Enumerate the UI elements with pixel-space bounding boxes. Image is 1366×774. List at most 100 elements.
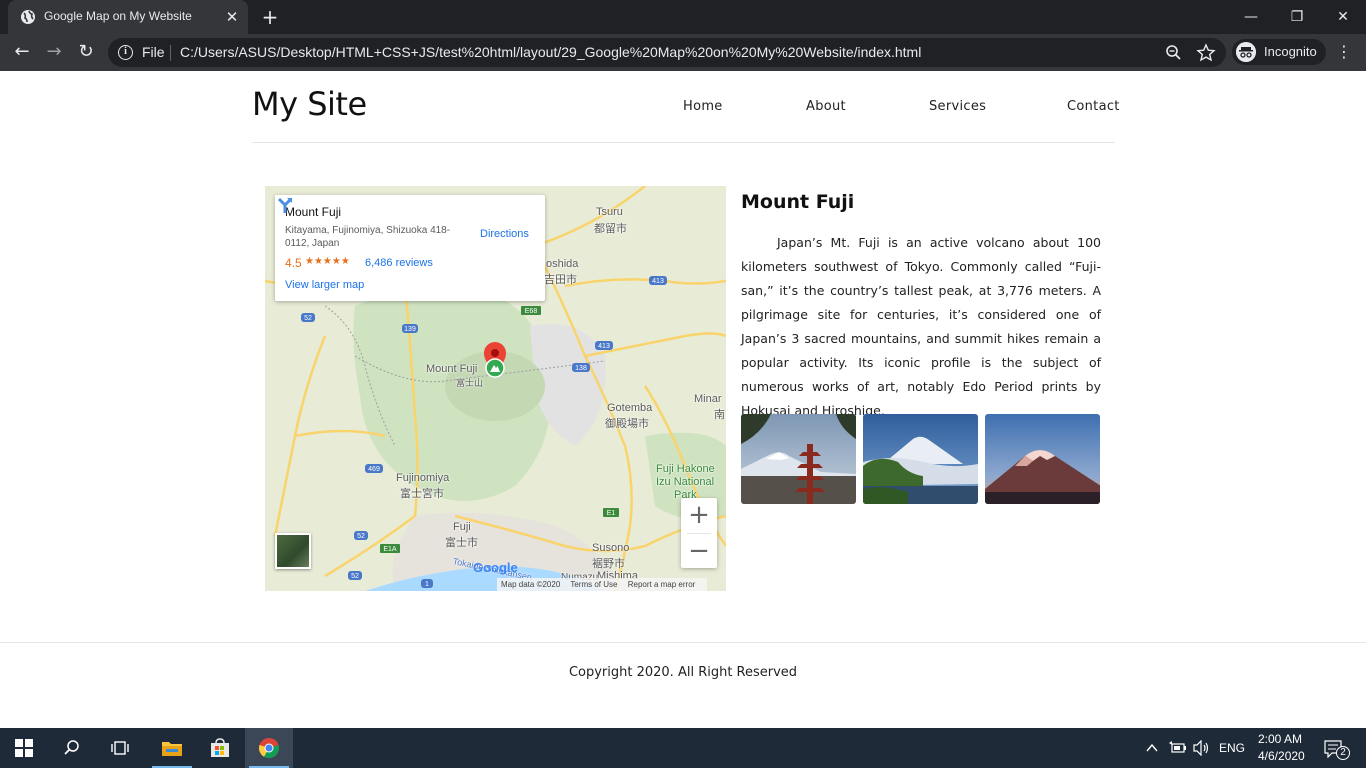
scheme-label: File: [142, 44, 165, 60]
embedded-map[interactable]: 52 139 E68 413 413 138 469 E1 E1A 52 52 …: [265, 186, 726, 591]
zoom-out-icon[interactable]: [1164, 43, 1184, 63]
tab-close-icon[interactable]: ✕: [224, 9, 240, 25]
battery-icon[interactable]: [1169, 741, 1187, 755]
photo-fuji-sunset[interactable]: [985, 414, 1100, 504]
star-icon[interactable]: [1196, 43, 1216, 63]
nav-about[interactable]: About: [806, 99, 846, 114]
back-button[interactable]: ←: [9, 39, 35, 65]
location-pin: [484, 342, 506, 378]
nav-home[interactable]: Home: [683, 99, 723, 114]
new-tab-button[interactable]: +: [260, 7, 280, 27]
directions-link[interactable]: Directions: [480, 228, 529, 240]
start-button[interactable]: [0, 728, 48, 768]
tab-title: Google Map on My Website: [44, 9, 192, 23]
terms-of-use-link[interactable]: Terms of Use: [570, 580, 617, 589]
google-logo-text: Google: [473, 560, 518, 575]
photo-pagoda[interactable]: [741, 414, 856, 504]
reviews-link[interactable]: 6,486 reviews: [365, 257, 433, 269]
map-label-fuji-jp: 富士市: [445, 537, 478, 549]
svg-text:52: 52: [351, 573, 359, 580]
photo-fuji-lake[interactable]: [863, 414, 978, 504]
google-logo: Google: [473, 560, 518, 575]
store-button[interactable]: [196, 728, 244, 768]
browser-toolbar: ← → ↻ i File C:/Users/ASUS/Desktop/HTML+…: [0, 34, 1366, 71]
clock-time[interactable]: 2:00 AM: [1258, 732, 1302, 746]
info-icon[interactable]: i: [118, 45, 133, 60]
article-title: Mount Fuji: [741, 191, 855, 213]
search-icon: [64, 740, 79, 755]
svg-text:E1A: E1A: [383, 546, 397, 553]
map-label-mount-fuji: Mount Fuji: [426, 363, 478, 375]
map-label-tsuru: Tsuru: [596, 206, 623, 218]
footer-copyright: Copyright 2020. All Right Reserved: [568, 665, 798, 680]
svg-text:52: 52: [304, 315, 312, 322]
task-view-button[interactable]: [96, 728, 144, 768]
map-label-tsuru-jp: 都留市: [594, 223, 627, 235]
incognito-badge[interactable]: Incognito: [1232, 39, 1326, 65]
svg-text:1: 1: [425, 581, 429, 588]
svg-text:139: 139: [404, 326, 416, 333]
volume-icon[interactable]: [1193, 740, 1211, 756]
map-label-gotemba-jp: 御殿場市: [605, 418, 649, 430]
reload-button[interactable]: ↻: [73, 39, 99, 65]
directions-icon[interactable]: [275, 195, 295, 215]
minimize-button[interactable]: —: [1228, 4, 1274, 30]
map-label-hakone: Fuji Hakone: [656, 463, 715, 475]
clock-date[interactable]: 4/6/2020: [1258, 749, 1305, 763]
store-bag-icon: [211, 738, 229, 757]
browser-title-bar: Google Map on My Website ✕ + — ❐ ✕: [0, 0, 1366, 34]
forward-button[interactable]: →: [41, 39, 67, 65]
place-info-card: Mount Fuji Kitayama, Fujinomiya, Shizuok…: [275, 195, 545, 301]
svg-text:413: 413: [652, 278, 664, 285]
omnibox-divider: [170, 45, 171, 61]
map-label-susono: Susono: [592, 542, 630, 554]
map-attribution: Map data ©2020 Terms of Use Report a map…: [497, 578, 708, 591]
map-label-yoshida-jp: 吉田市: [544, 274, 577, 286]
search-button[interactable]: [48, 728, 96, 768]
svg-text:E68: E68: [525, 308, 538, 315]
chrome-icon: [259, 738, 279, 759]
close-window-button[interactable]: ✕: [1320, 4, 1366, 30]
svg-text:138: 138: [575, 365, 587, 372]
chevron-up-icon[interactable]: [1145, 741, 1159, 755]
svg-text:469: 469: [368, 466, 380, 473]
map-label-fujinomiya: Fujinomiya: [396, 472, 450, 484]
place-rating: 4.5: [285, 256, 302, 270]
url-text[interactable]: C:/Users/ASUS/Desktop/HTML+CSS+JS/test%2…: [180, 44, 921, 60]
browser-tab[interactable]: Google Map on My Website ✕: [8, 0, 248, 34]
nav-services[interactable]: Services: [929, 99, 986, 114]
map-label-minami: Minar: [694, 393, 722, 405]
input-language[interactable]: ENG: [1219, 741, 1245, 755]
zoom-in-button[interactable]: +: [681, 498, 717, 533]
nav-contact[interactable]: Contact: [1067, 99, 1120, 114]
map-label-minami-jp: 南: [714, 409, 725, 421]
notification-count-badge: 2: [1336, 746, 1350, 760]
restore-button[interactable]: ❐: [1274, 4, 1320, 30]
view-larger-map-link[interactable]: View larger map: [285, 279, 364, 291]
web-page: My Site Home About Services Contact 52 1…: [0, 71, 1366, 728]
svg-text:413: 413: [598, 343, 610, 350]
rating-stars-icon: ★★★★★: [305, 256, 350, 267]
address-bar[interactable]: i File C:/Users/ASUS/Desktop/HTML+CSS+JS…: [108, 38, 1226, 67]
windows-taskbar: ENG 2:00 AM 4/6/2020 2: [0, 728, 1366, 768]
svg-text:52: 52: [357, 533, 365, 540]
footer-divider: [0, 642, 1366, 643]
chrome-taskbar-button[interactable]: [245, 728, 293, 768]
incognito-icon: [1236, 42, 1256, 62]
map-label-gotemba: Gotemba: [607, 402, 653, 414]
browser-menu-icon[interactable]: ⋮: [1336, 39, 1352, 65]
site-title[interactable]: My Site: [252, 85, 367, 123]
map-label-fujinomiya-jp: 富士宮市: [400, 488, 444, 500]
map-label-susono-jp: 裾野市: [592, 558, 625, 570]
map-label-yoshida: oshida: [546, 258, 579, 270]
satellite-toggle-thumbnail[interactable]: [275, 533, 311, 569]
zoom-out-button[interactable]: −: [681, 534, 717, 569]
place-address: Kitayama, Fujinomiya, Shizuoka 418-0112,…: [285, 225, 451, 249]
map-label-hakone-2: Izu National: [656, 476, 715, 488]
task-view-icon: [111, 741, 129, 755]
report-map-error-link[interactable]: Report a map error: [628, 580, 696, 589]
map-label-fuji: Fuji: [453, 521, 471, 533]
map-label-mount-fuji-jp: 富士山: [456, 378, 484, 388]
incognito-label: Incognito: [1264, 44, 1317, 59]
file-explorer-button[interactable]: [148, 728, 196, 768]
